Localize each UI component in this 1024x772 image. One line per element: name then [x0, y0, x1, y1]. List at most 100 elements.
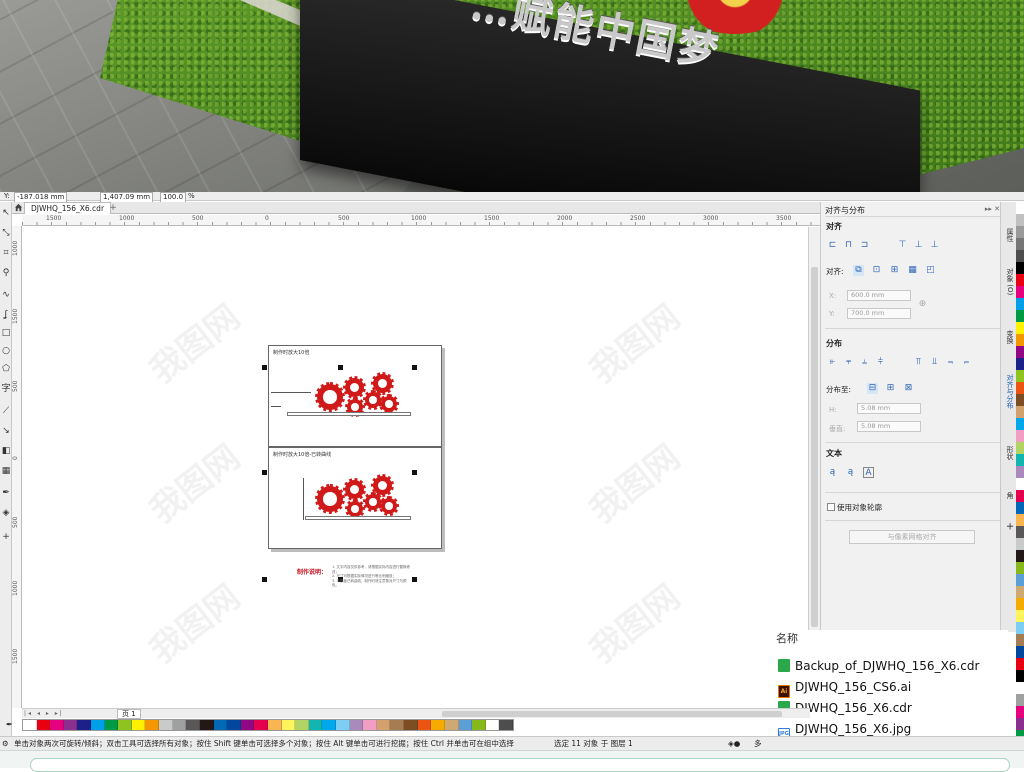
text-tool-icon[interactable]: 字 — [1, 384, 11, 394]
color-swatch[interactable] — [104, 720, 119, 730]
pick-tool-icon[interactable]: ↖ — [1, 208, 11, 218]
align-center-v-icon[interactable]: ⊥ — [913, 240, 924, 251]
color-swatch[interactable] — [1016, 238, 1024, 250]
add-tool-icon[interactable]: + — [1, 532, 11, 542]
specified-point-icon[interactable]: ◰ — [925, 265, 936, 276]
color-swatch[interactable] — [404, 720, 418, 730]
gear-graphic[interactable] — [345, 499, 365, 519]
selection-handle[interactable] — [412, 470, 417, 475]
fill-indicator-icon[interactable]: ◈● — [728, 737, 740, 750]
align-top-icon[interactable]: ⊤ — [897, 240, 908, 251]
color-swatch[interactable] — [1016, 394, 1024, 406]
distribute-spacing-icon[interactable]: ⫨ — [859, 357, 870, 368]
color-swatch[interactable] — [1016, 202, 1024, 214]
y-coordinate-field[interactable]: 700.0 mm — [847, 308, 911, 319]
selection-handle[interactable] — [338, 365, 343, 370]
align-right-icon[interactable]: ⊐ — [859, 240, 870, 251]
color-swatch[interactable] — [1016, 586, 1024, 598]
color-swatch[interactable] — [1016, 262, 1024, 274]
freehand-tool-icon[interactable]: ∿ — [1, 290, 11, 300]
design-sheet-1[interactable]: 制作时放大10倍 — [268, 345, 442, 447]
color-swatch[interactable] — [1016, 346, 1024, 358]
color-swatch[interactable] — [1016, 634, 1024, 646]
color-swatch[interactable] — [1016, 574, 1024, 586]
color-swatch[interactable] — [1016, 694, 1024, 706]
color-swatch[interactable] — [1016, 526, 1024, 538]
ellipse-tool-icon[interactable]: ○ — [1, 346, 11, 356]
color-swatch[interactable] — [281, 720, 296, 730]
color-swatch[interactable] — [1016, 298, 1024, 310]
color-swatch[interactable] — [472, 720, 486, 730]
horizontal-spacing-field[interactable]: 5.08 mm — [857, 403, 921, 414]
page-navigation-icon[interactable]: |◂ ◂ ▸ ▸| — [24, 710, 64, 717]
gear-graphic[interactable] — [371, 474, 394, 497]
color-swatch[interactable] — [1016, 466, 1024, 478]
color-swatch[interactable] — [36, 720, 51, 730]
x-coordinate-field[interactable]: 600.0 mm — [847, 290, 911, 301]
color-swatch[interactable] — [254, 720, 268, 730]
color-swatch[interactable] — [1016, 430, 1024, 442]
gear-graphic[interactable] — [343, 376, 366, 399]
align-bottom-icon[interactable]: ⊥ — [929, 240, 940, 251]
color-swatch[interactable] — [240, 720, 255, 730]
page-center-icon[interactable]: ⊞ — [889, 265, 900, 276]
scroll-thumb[interactable] — [442, 711, 782, 717]
color-swatch[interactable] — [227, 720, 241, 730]
bottom-input-bar[interactable] — [30, 758, 1010, 772]
vertical-ruler[interactable]: 1000 1500 500 0 500 1000 1500 — [12, 226, 22, 708]
gear-graphic[interactable] — [363, 492, 383, 512]
color-swatch[interactable] — [1016, 514, 1024, 526]
tab-properties[interactable]: 属性 — [1003, 228, 1015, 242]
selection-handle[interactable] — [412, 577, 417, 582]
distribute-right-icon[interactable]: ⫩ — [875, 357, 886, 368]
home-icon[interactable] — [14, 203, 23, 212]
add-tab-button[interactable]: + — [108, 203, 118, 213]
drawing-canvas[interactable]: 我图网 我图网 我图网 我图网 我图网 我图网 制作时放大10倍 制作时放大10… — [22, 227, 808, 707]
color-swatch[interactable] — [1016, 502, 1024, 514]
color-swatch[interactable] — [77, 720, 92, 730]
base-bar[interactable] — [305, 516, 411, 520]
page-tab[interactable]: 页 1 — [117, 709, 141, 719]
color-swatch[interactable] — [1016, 562, 1024, 574]
color-swatch[interactable] — [1016, 478, 1024, 490]
last-baseline-icon[interactable]: ą — [845, 467, 856, 478]
color-swatch[interactable] — [1016, 310, 1024, 322]
polygon-tool-icon[interactable]: ⬠ — [1, 364, 11, 374]
color-swatch[interactable] — [1016, 454, 1024, 466]
color-swatch[interactable] — [431, 720, 445, 730]
target-point-icon[interactable]: ⊕ — [917, 299, 928, 310]
active-objects-icon[interactable]: ⧉ — [853, 265, 864, 276]
color-swatch[interactable] — [50, 720, 64, 730]
color-swatch[interactable] — [308, 720, 323, 730]
distribute-vspacing-icon[interactable]: ⫬ — [945, 357, 956, 368]
file-row[interactable]: Backup_of_DJWHQ_156_X6.cdr — [778, 657, 979, 675]
transparency-tool-icon[interactable]: ▦ — [1, 466, 11, 476]
grid-icon[interactable]: ▦ — [907, 265, 918, 276]
gear-graphic[interactable] — [371, 372, 394, 395]
tab-align-distribute[interactable]: 对齐与分布 — [1003, 374, 1015, 409]
distribute-middle-icon[interactable]: ⫫ — [929, 357, 940, 368]
scroll-thumb[interactable] — [811, 267, 818, 627]
color-swatch[interactable] — [1016, 490, 1024, 502]
color-swatch[interactable] — [1016, 706, 1024, 718]
color-swatch[interactable] — [267, 720, 282, 730]
color-swatch[interactable] — [186, 720, 200, 730]
zoom-tool-icon[interactable]: ⚲ — [1, 268, 11, 278]
color-swatch[interactable] — [1016, 334, 1024, 346]
color-swatch[interactable] — [1016, 538, 1024, 550]
color-swatch[interactable] — [1016, 550, 1024, 562]
color-swatch[interactable] — [1016, 406, 1024, 418]
color-swatch[interactable] — [1016, 622, 1024, 634]
gear-graphic[interactable] — [379, 394, 399, 414]
color-swatch[interactable] — [1016, 670, 1024, 682]
file-row[interactable]: Ai DJWHQ_156_CS6.ai — [778, 678, 911, 698]
color-swatch[interactable] — [1016, 682, 1024, 694]
color-swatch[interactable] — [63, 720, 78, 730]
color-swatch[interactable] — [131, 720, 146, 730]
color-swatch[interactable] — [213, 720, 228, 730]
tab-corner[interactable]: 角 — [1003, 492, 1015, 499]
color-swatch[interactable] — [322, 720, 337, 730]
color-swatch[interactable] — [390, 720, 405, 730]
distribute-bottom-icon[interactable]: ⫭ — [961, 357, 972, 368]
color-swatch[interactable] — [1016, 418, 1024, 430]
